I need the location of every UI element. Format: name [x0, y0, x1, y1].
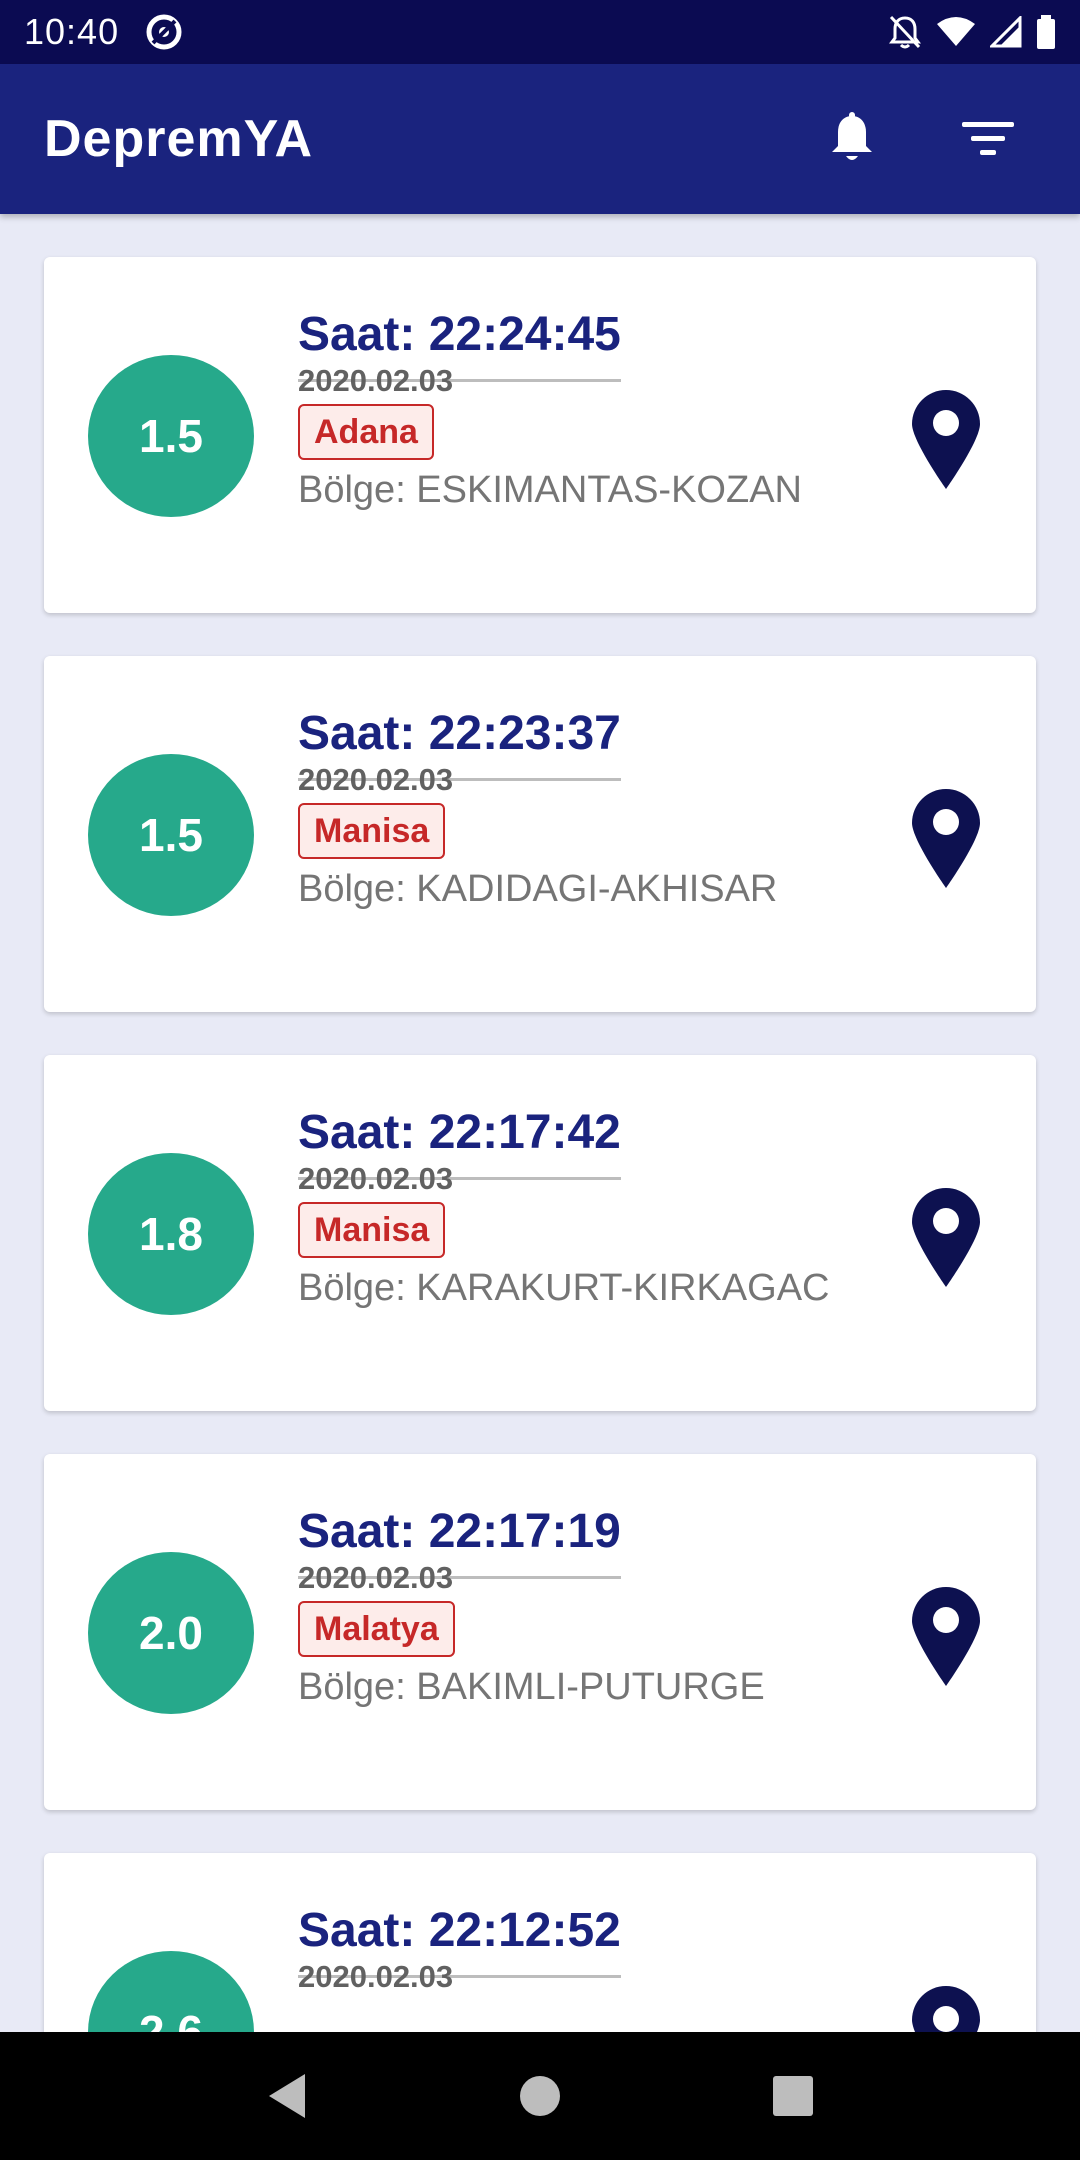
show-on-map-button[interactable]	[906, 1981, 986, 2032]
show-on-map-button[interactable]	[906, 1183, 986, 1293]
earthquake-details: Saat: 22:12:52 2020.02.03	[298, 1903, 621, 1994]
magnitude-badge: 1.5	[88, 754, 254, 916]
earthquake-time: Saat: 22:23:37 2020.02.03	[298, 706, 621, 797]
show-on-map-button[interactable]	[906, 385, 986, 495]
time-label: Saat: 22:12:52	[298, 1904, 621, 1957]
earthquake-date: 2020.02.03	[298, 1560, 454, 1595]
city-badge: Manisa	[298, 1202, 446, 1258]
earthquake-time: Saat: 22:12:52 2020.02.03	[298, 1903, 621, 1994]
notifications-off-icon	[889, 15, 921, 49]
magnitude-badge: 1.8	[88, 1153, 254, 1315]
status-bar: 10:40	[0, 0, 1080, 64]
map-pin-icon	[912, 1587, 980, 1686]
earthquake-list[interactable]: 1.5 Saat: 22:24:45 2020.02.03 Adana Bölg…	[0, 214, 1080, 2032]
app-title: DepremYA	[44, 110, 314, 168]
city-badge: Adana	[298, 404, 434, 460]
notifications-button[interactable]	[804, 91, 900, 187]
earthquake-details: Saat: 22:17:19 2020.02.03 Malatya Bölge:…	[298, 1504, 765, 1711]
time-label: Saat: 22:24:45	[298, 308, 621, 361]
status-time: 10:40	[24, 11, 120, 52]
region-text: Bölge: ESKIMANTAS-KOZAN	[298, 469, 802, 511]
earthquake-card[interactable]: 2.0 Saat: 22:17:19 2020.02.03 Malatya Bö…	[44, 1454, 1036, 1810]
earthquake-card[interactable]: 2.6 Saat: 22:12:52 2020.02.03	[44, 1853, 1036, 2032]
bell-icon	[832, 112, 872, 160]
filter-button[interactable]	[940, 91, 1036, 187]
map-pin-icon	[912, 1986, 980, 2032]
magnitude-badge: 1.5	[88, 355, 254, 517]
signal-icon	[990, 16, 1022, 48]
earthquake-date: 2020.02.03	[298, 1161, 454, 1196]
earthquake-details: Saat: 22:23:37 2020.02.03 Manisa Bölge: …	[298, 706, 777, 913]
app-bar-actions	[804, 91, 1036, 187]
earthquake-time: Saat: 22:24:45 2020.02.03	[298, 307, 621, 398]
earthquake-time: Saat: 22:17:42 2020.02.03	[298, 1105, 621, 1196]
earthquake-details: Saat: 22:17:42 2020.02.03 Manisa Bölge: …	[298, 1105, 829, 1312]
home-icon	[519, 2076, 560, 2116]
region-text: Bölge: BAKIMLI-PUTURGE	[298, 1666, 765, 1708]
system-navigation-bar	[0, 2032, 1080, 2160]
wifi-icon	[937, 17, 975, 46]
app-bar: DepremYA	[0, 64, 1080, 214]
home-button[interactable]	[495, 2051, 585, 2141]
region-text: Bölge: KADIDAGI-AKHISAR	[298, 868, 778, 910]
recents-button[interactable]	[748, 2051, 838, 2141]
earthquake-card[interactable]: 1.5 Saat: 22:23:37 2020.02.03 Manisa Böl…	[44, 656, 1036, 1012]
city-badge: Manisa	[298, 803, 446, 859]
time-label: Saat: 22:17:19	[298, 1505, 621, 1558]
back-button[interactable]	[242, 2051, 332, 2141]
show-on-map-button[interactable]	[906, 784, 986, 894]
battery-icon	[1037, 15, 1055, 49]
map-pin-icon	[912, 390, 980, 489]
time-label: Saat: 22:17:42	[298, 1106, 621, 1159]
earthquake-date: 2020.02.03	[298, 363, 454, 398]
earthquake-card[interactable]: 1.8 Saat: 22:17:42 2020.02.03 Manisa Böl…	[44, 1055, 1036, 1411]
map-pin-icon	[912, 789, 980, 888]
map-pin-icon	[912, 1188, 980, 1287]
back-icon	[268, 2074, 305, 2118]
filter-icon	[962, 122, 1014, 155]
earthquake-details: Saat: 22:24:45 2020.02.03 Adana Bölge: E…	[298, 307, 802, 514]
app-notification-icon	[146, 14, 182, 50]
region-text: Bölge: KARAKURT-KIRKAGAC	[298, 1267, 830, 1309]
magnitude-badge: 2.6	[88, 1951, 254, 2032]
earthquake-time: Saat: 22:17:19 2020.02.03	[298, 1504, 621, 1595]
magnitude-badge: 2.0	[88, 1552, 254, 1714]
time-label: Saat: 22:23:37	[298, 707, 621, 760]
status-icons	[888, 14, 1056, 50]
earthquake-card[interactable]: 1.5 Saat: 22:24:45 2020.02.03 Adana Bölg…	[44, 257, 1036, 613]
recents-icon	[773, 2076, 814, 2116]
show-on-map-button[interactable]	[906, 1582, 986, 1692]
earthquake-date: 2020.02.03	[298, 1959, 454, 1994]
city-badge: Malatya	[298, 1601, 455, 1657]
earthquake-date: 2020.02.03	[298, 762, 454, 797]
